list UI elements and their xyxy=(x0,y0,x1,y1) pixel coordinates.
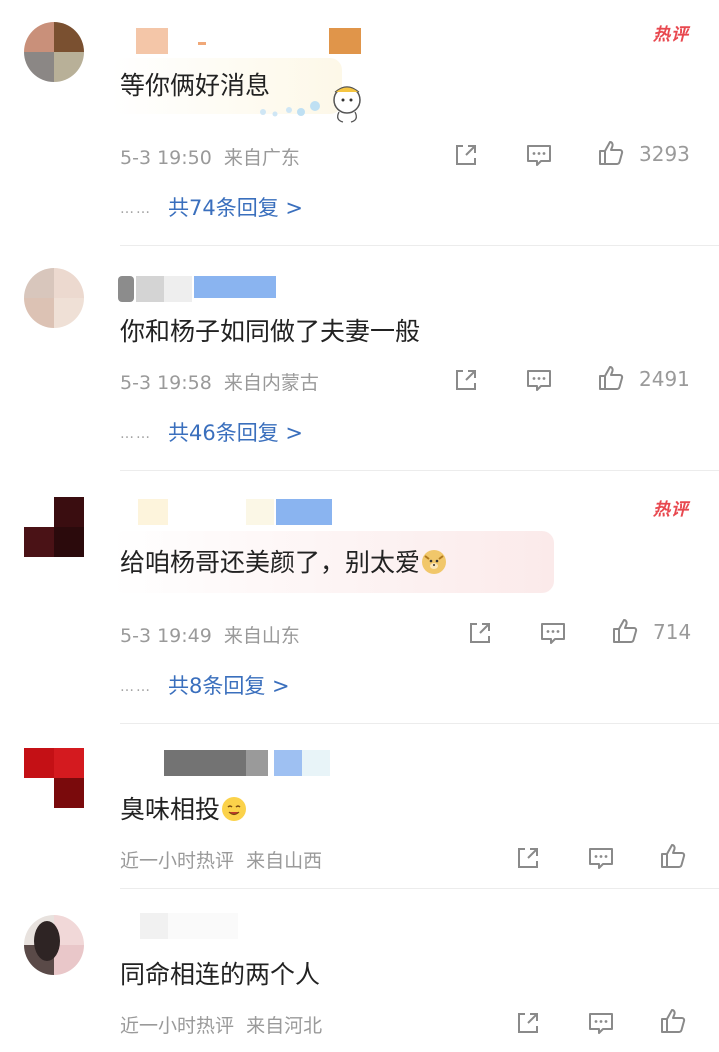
comment-text-content: 臭味相投 xyxy=(120,795,221,824)
avatar[interactable] xyxy=(24,748,84,808)
hot-badge: 热评 xyxy=(653,25,689,45)
comment-item: 热评 给咱杨哥还美颜了，别太爱 5-3 19:49 来自山东 714 …… 共8条… xyxy=(0,471,719,724)
comment-location: 来自山西 xyxy=(246,850,323,872)
mascot-sticker-icon xyxy=(260,86,361,123)
avatar[interactable] xyxy=(24,268,84,328)
share-icon[interactable] xyxy=(514,1009,542,1037)
comment-icon[interactable] xyxy=(587,1009,615,1037)
like-count: 2491 xyxy=(639,367,690,391)
replies-label: 共46条回复 > xyxy=(168,421,303,445)
comment-meta: 5-3 19:50 来自广东 xyxy=(120,143,300,170)
username[interactable] xyxy=(118,499,368,525)
share-icon[interactable] xyxy=(514,844,542,872)
comment-item: 热评 等你俩好消息 5-3 19:50 来自广东 3293 …… 共74条回复 > xyxy=(0,0,719,246)
like-icon[interactable] xyxy=(659,842,687,870)
avatar[interactable] xyxy=(24,497,84,557)
comment-location: 来自河北 xyxy=(246,1015,323,1037)
comment-location: 来自广东 xyxy=(223,147,300,169)
view-replies-link[interactable]: …… 共46条回复 > xyxy=(120,417,303,447)
comment-text[interactable]: 等你俩好消息 xyxy=(120,66,270,102)
comment-icon[interactable] xyxy=(587,844,615,872)
comment-time: 5-3 19:49 xyxy=(120,625,212,647)
replies-label: 共8条回复 > xyxy=(168,674,290,698)
comment-meta: 5-3 19:49 来自山东 xyxy=(120,621,300,648)
dog-emoji-icon xyxy=(422,550,447,574)
smile-emoji-icon xyxy=(222,797,247,821)
replies-prefix: …… xyxy=(120,679,152,695)
like-icon[interactable] xyxy=(597,139,625,167)
view-replies-link[interactable]: …… 共8条回复 > xyxy=(120,670,290,700)
share-icon[interactable] xyxy=(452,366,480,394)
comment-meta: 近一小时热评 来自山西 xyxy=(120,846,322,873)
comment-location: 来自山东 xyxy=(223,625,300,647)
like-icon[interactable] xyxy=(597,364,625,392)
view-replies-link[interactable]: …… 共74条回复 > xyxy=(120,192,303,222)
username[interactable] xyxy=(118,276,318,302)
comment-time: 近一小时热评 xyxy=(120,1015,235,1037)
comment-text[interactable]: 给咱杨哥还美颜了，别太爱 xyxy=(120,543,447,579)
avatar[interactable] xyxy=(24,22,84,82)
comment-text-content: 给咱杨哥还美颜了，别太爱 xyxy=(120,548,421,577)
comment-item: 同命相连的两个人 近一小时热评 来自河北 xyxy=(0,889,719,1052)
comment-text[interactable]: 你和杨子如同做了夫妻一般 xyxy=(120,312,420,348)
share-icon[interactable] xyxy=(452,141,480,169)
comment-location: 来自内蒙古 xyxy=(223,372,319,394)
comment-time: 5-3 19:50 xyxy=(120,147,212,169)
replies-prefix: …… xyxy=(120,201,152,217)
replies-label: 共74条回复 > xyxy=(168,196,303,220)
comment-meta: 5-3 19:58 来自内蒙古 xyxy=(120,368,319,395)
comment-time: 近一小时热评 xyxy=(120,850,235,872)
like-icon[interactable] xyxy=(659,1007,687,1035)
username[interactable] xyxy=(118,28,368,54)
avatar[interactable] xyxy=(24,915,84,975)
hot-badge: 热评 xyxy=(653,500,689,520)
comment-icon[interactable] xyxy=(539,619,567,647)
username[interactable] xyxy=(118,750,348,776)
share-icon[interactable] xyxy=(466,619,494,647)
comment-time: 5-3 19:58 xyxy=(120,372,212,394)
comment-item: 你和杨子如同做了夫妻一般 5-3 19:58 来自内蒙古 2491 …… 共46条… xyxy=(0,246,719,471)
comment-item: 臭味相投 近一小时热评 来自山西 xyxy=(0,724,719,889)
comment-icon[interactable] xyxy=(525,366,553,394)
username[interactable] xyxy=(118,913,268,939)
comment-meta: 近一小时热评 来自河北 xyxy=(120,1011,322,1038)
like-icon[interactable] xyxy=(611,617,639,645)
like-count: 714 xyxy=(653,620,692,644)
replies-prefix: …… xyxy=(120,426,152,442)
like-count: 3293 xyxy=(639,142,690,166)
comment-icon[interactable] xyxy=(525,141,553,169)
comment-text[interactable]: 臭味相投 xyxy=(120,790,247,826)
comment-text[interactable]: 同命相连的两个人 xyxy=(120,955,320,991)
